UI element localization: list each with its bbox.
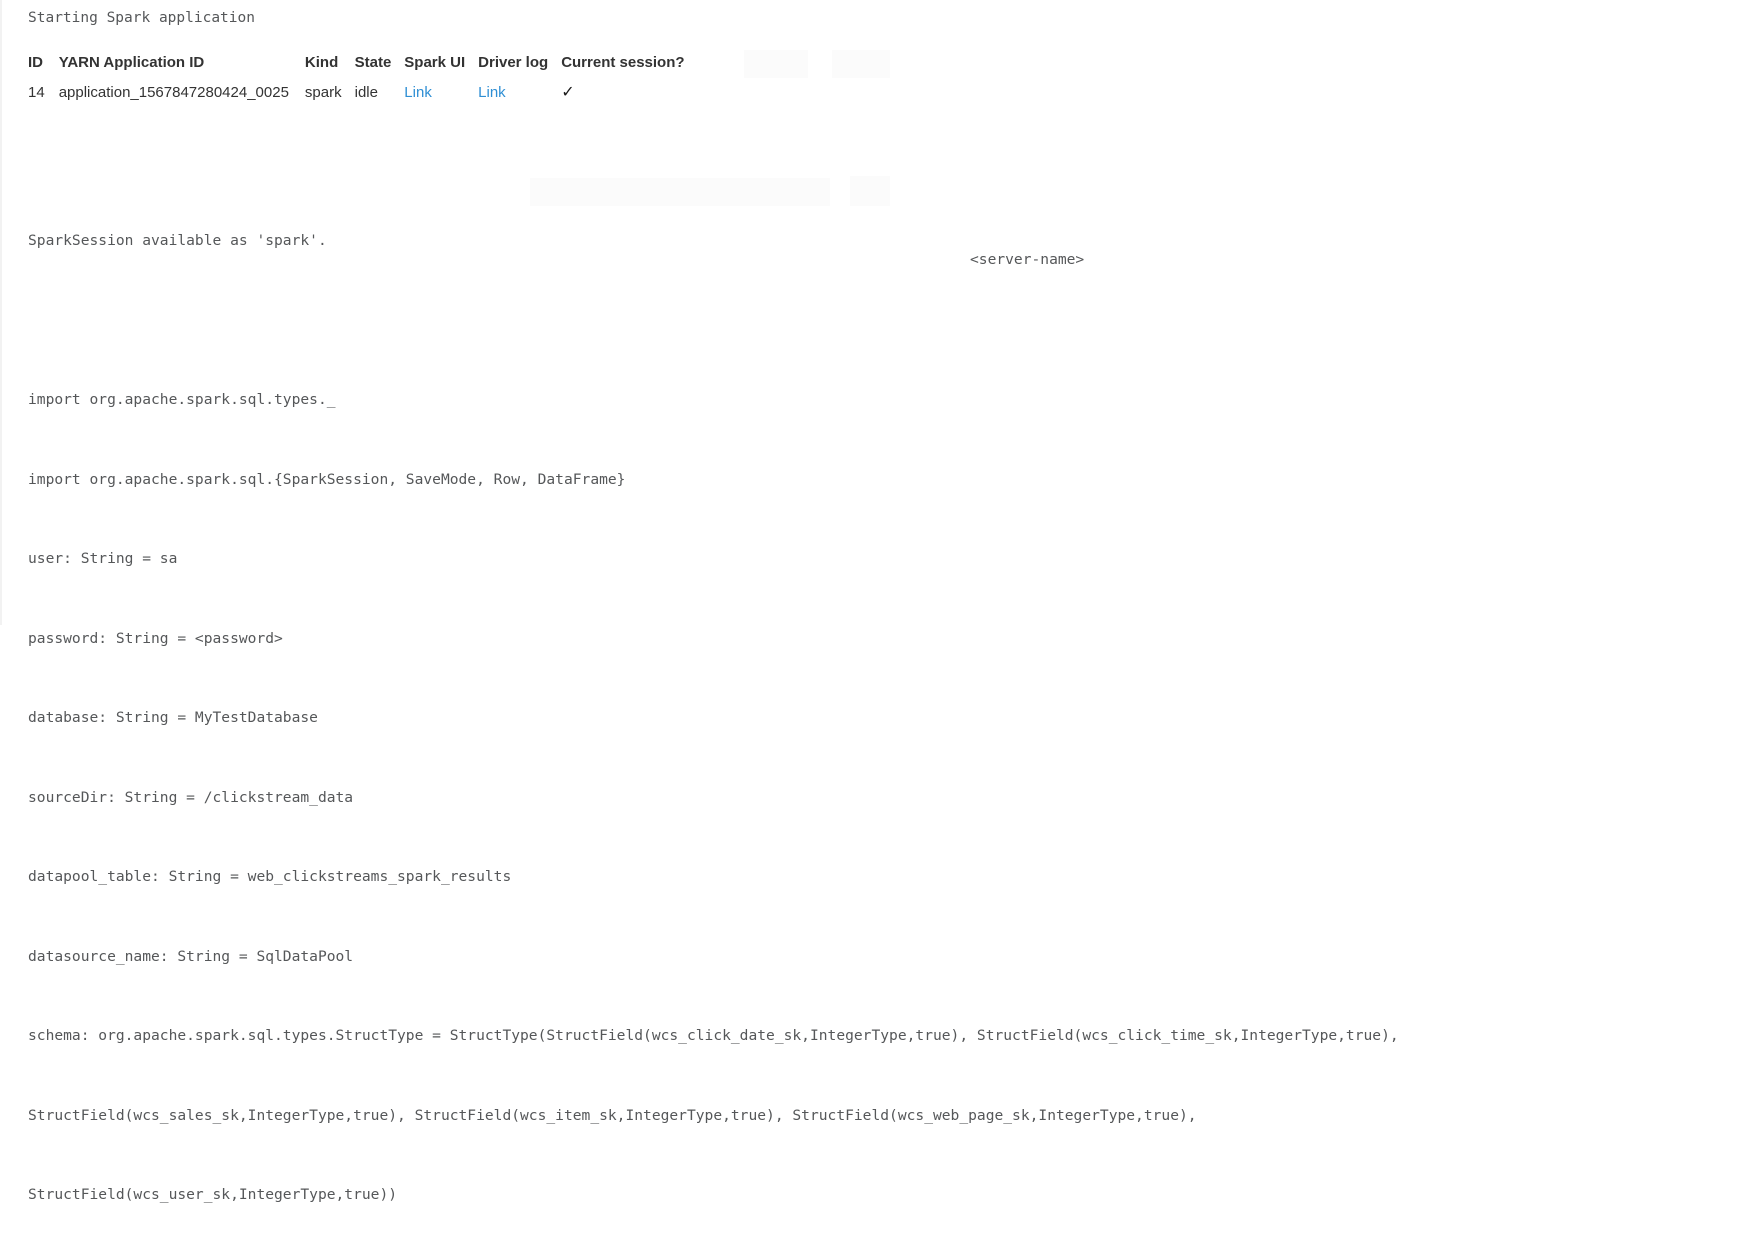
console-line: sourceDir: String = /clickstream_data	[28, 788, 354, 806]
console-line: password: String = <password>	[28, 629, 283, 647]
console-line: import org.apache.spark.sql.{SparkSessio…	[28, 470, 626, 488]
cell-id: 14	[28, 84, 45, 101]
cell-state: idle	[354, 84, 378, 101]
column-header-driver-log: Driver log	[478, 54, 549, 71]
spark-ui-link[interactable]: Link	[404, 84, 432, 101]
table-row: 14 application_1567847280424_0025 spark …	[28, 77, 698, 108]
console-line: user: String = sa	[28, 550, 178, 567]
column-header-id: ID	[28, 54, 43, 71]
console-line: StructField(wcs_sales_sk,IntegerType,tru…	[28, 1106, 1197, 1124]
console-output: SparkSession available as 'spark'. impor…	[28, 175, 1728, 1250]
starting-spark-application-message: Starting Spark application	[28, 10, 255, 26]
console-line: datapool_table: String = web_clickstream…	[28, 868, 512, 885]
console-line: datasource_name: String = SqlDataPool	[28, 947, 354, 965]
table-header-row: ID YARN Application ID Kind State Spark …	[28, 48, 698, 77]
render-artifact-box	[832, 50, 890, 78]
server-name-token: <server-name>	[970, 251, 1085, 268]
console-line: database: String = MyTestDatabase	[28, 709, 318, 726]
column-header-yarn-application-id: YARN Application ID	[58, 54, 205, 71]
check-icon: ✓	[561, 84, 575, 101]
console-line: schema: org.apache.spark.sql.types.Struc…	[28, 1027, 1399, 1044]
column-header-spark-ui: Spark UI	[404, 54, 466, 71]
console-line: SparkSession available as 'spark'.	[28, 232, 327, 249]
cell-driver-log: Link	[478, 77, 561, 108]
cell-spark-ui: Link	[404, 77, 478, 108]
column-header-kind: Kind	[304, 54, 339, 71]
console-line: StructField(wcs_user_sk,IntegerType,true…	[28, 1186, 398, 1203]
console-line: import org.apache.spark.sql.types._	[28, 391, 336, 408]
cell-kind: spark	[304, 84, 342, 101]
column-header-current-session: Current session?	[561, 54, 685, 71]
cell-current-session: ✓	[561, 77, 697, 108]
spark-output-cell: Starting Spark application ID YARN Appli…	[0, 0, 1741, 1203]
cell-yarn-application-id: application_1567847280424_0025	[58, 84, 289, 101]
spark-session-table: ID YARN Application ID Kind State Spark …	[28, 48, 698, 108]
driver-log-link[interactable]: Link	[478, 84, 506, 101]
column-header-state: State	[354, 54, 392, 71]
render-artifact-box	[744, 50, 808, 78]
